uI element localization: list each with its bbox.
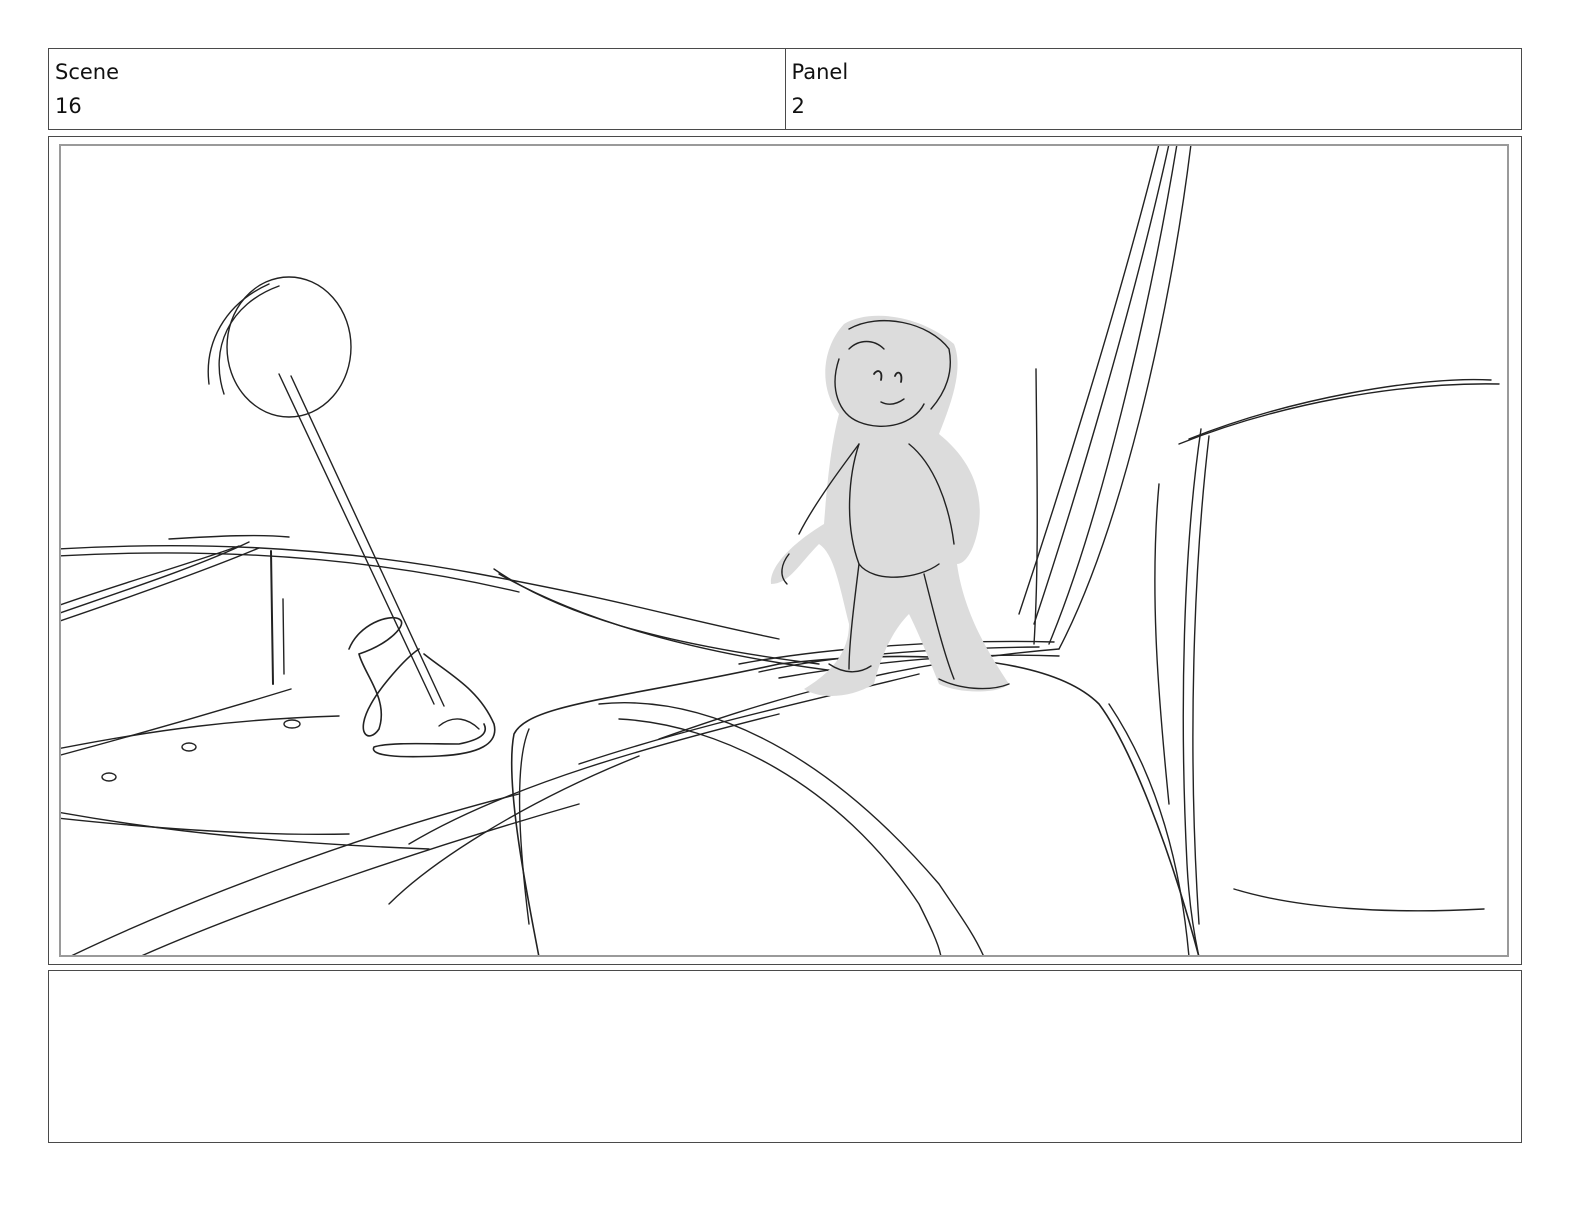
notes-box: [48, 970, 1522, 1143]
panel-label: Panel: [791, 60, 849, 84]
scene-number: 16: [55, 94, 82, 118]
panel-cell: Panel 2: [784, 49, 1522, 129]
sketch-drawing: [61, 146, 1500, 955]
storyboard-panel-frame: [48, 136, 1522, 965]
panel-drawing-area: [59, 144, 1509, 957]
panel-number: 2: [791, 94, 805, 118]
scene-label: Scene: [55, 60, 120, 84]
scene-cell: Scene 16: [49, 49, 785, 129]
storyboard-header: Scene 16 Panel 2: [48, 48, 1522, 130]
